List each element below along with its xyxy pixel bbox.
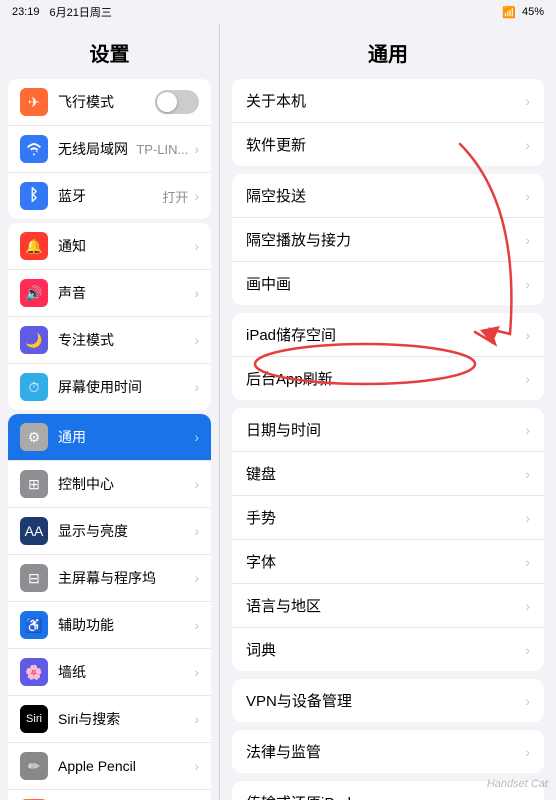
sidebar-item-homescreen[interactable]: ⊟ 主屏幕与程序坞 › (8, 555, 211, 602)
watermark: Handset Cat (487, 778, 548, 790)
focus-icon: 🌙 (20, 326, 48, 354)
settings-item-language[interactable]: 语言与地区 › (232, 584, 544, 628)
airplane-toggle[interactable] (155, 90, 199, 114)
sidebar-item-display[interactable]: AA 显示与亮度 › (8, 508, 211, 555)
wifi-icon (20, 135, 48, 163)
settings-item-font[interactable]: 字体 › (232, 540, 544, 584)
siri-icon: Siri (20, 705, 48, 733)
sidebar-item-pencil[interactable]: ✏ Apple Pencil › (8, 743, 211, 790)
right-panel-title: 通用 (220, 24, 556, 75)
settings-item-pip[interactable]: 画中画 › (232, 262, 544, 305)
sidebar-item-control[interactable]: ⊞ 控制中心 › (8, 461, 211, 508)
wifi-icon: 📶 (502, 6, 516, 19)
screentime-icon: ⏱ (20, 373, 48, 401)
time: 23:19 (12, 6, 40, 18)
date: 6月21日周三 (50, 4, 112, 20)
settings-item-storage[interactable]: iPad储存空间 › (232, 313, 544, 357)
sidebar-item-accessibility[interactable]: ♿ 辅助功能 › (8, 602, 211, 649)
sound-icon: 🔊 (20, 279, 48, 307)
bluetooth-icon: ᛒ (20, 182, 48, 210)
pencil-icon: ✏ (20, 752, 48, 780)
settings-group-vpn: VPN与设备管理 › (232, 679, 544, 722)
settings-group-legal: 法律与监管 › (232, 730, 544, 773)
control-icon: ⊞ (20, 470, 48, 498)
settings-item-airplay[interactable]: 隔空播放与接力 › (232, 218, 544, 262)
sidebar-group-device: ⚙ 通用 › ⊞ 控制中心 › AA 显示与亮度 › ⊟ 主屏幕与程序坞 › ♿ (8, 414, 211, 800)
sidebar-item-notification[interactable]: 🔔 通知 › (8, 223, 211, 270)
settings-item-gesture[interactable]: 手势 › (232, 496, 544, 540)
airplane-icon: ✈ (20, 88, 48, 116)
sidebar-group-connectivity: ✈ 飞行模式 无线局域网 TP-LIN... › ᛒ 蓝牙 打开 › (8, 79, 211, 219)
settings-item-keyboard[interactable]: 键盘 › (232, 452, 544, 496)
sidebar: 设置 ✈ 飞行模式 无线局域网 TP-LIN... › ᛒ 蓝牙 打开 › (0, 24, 220, 800)
battery-indicator: 45% (522, 6, 544, 18)
notification-icon: 🔔 (20, 232, 48, 260)
wallpaper-icon: 🌸 (20, 658, 48, 686)
sidebar-item-touchid[interactable]: 👆 触控ID与密码 › (8, 790, 211, 800)
sidebar-item-wallpaper[interactable]: 🌸 墙纸 › (8, 649, 211, 696)
sidebar-item-wifi[interactable]: 无线局域网 TP-LIN... › (8, 126, 211, 173)
settings-item-datetime[interactable]: 日期与时间 › (232, 408, 544, 452)
settings-item-bgrefresh[interactable]: 后台App刷新 › (232, 357, 544, 400)
sidebar-item-sound[interactable]: 🔊 声音 › (8, 270, 211, 317)
sidebar-item-bluetooth[interactable]: ᛒ 蓝牙 打开 › (8, 173, 211, 219)
settings-group-storage: iPad储存空间 › 后台App刷新 › (232, 313, 544, 400)
sidebar-item-general[interactable]: ⚙ 通用 › (8, 414, 211, 461)
homescreen-icon: ⊟ (20, 564, 48, 592)
settings-item-vpn[interactable]: VPN与设备管理 › (232, 679, 544, 722)
sidebar-item-screentime[interactable]: ⏱ 屏幕使用时间 › (8, 364, 211, 410)
settings-group-airdrop: 隔空投送 › 隔空播放与接力 › 画中画 › (232, 174, 544, 305)
general-icon: ⚙ (20, 423, 48, 451)
sidebar-title: 设置 (0, 24, 219, 75)
settings-item-about[interactable]: 关于本机 › (232, 79, 544, 123)
settings-item-softwareupdate[interactable]: 软件更新 › (232, 123, 544, 166)
settings-group-datetime: 日期与时间 › 键盘 › 手势 › 字体 › 语言与地区 › 词典 › (232, 408, 544, 671)
status-bar: 23:19 6月21日周三 📶 45% (0, 0, 556, 24)
settings-item-legal[interactable]: 法律与监管 › (232, 730, 544, 773)
settings-item-airdrop[interactable]: 隔空投送 › (232, 174, 544, 218)
display-icon: AA (20, 517, 48, 545)
sidebar-item-airplane[interactable]: ✈ 飞行模式 (8, 79, 211, 126)
sidebar-group-system: 🔔 通知 › 🔊 声音 › 🌙 专注模式 › ⏱ 屏幕使用时间 › (8, 223, 211, 410)
settings-group-about: 关于本机 › 软件更新 › (232, 79, 544, 166)
sidebar-item-focus[interactable]: 🌙 专注模式 › (8, 317, 211, 364)
settings-item-dictionary[interactable]: 词典 › (232, 628, 544, 671)
sidebar-item-siri[interactable]: Siri Siri与搜索 › (8, 696, 211, 743)
right-panel: 通用 关于本机 › 软件更新 › 隔空投送 › 隔空播放与接力 › 画中画 (220, 24, 556, 800)
accessibility-icon: ♿ (20, 611, 48, 639)
